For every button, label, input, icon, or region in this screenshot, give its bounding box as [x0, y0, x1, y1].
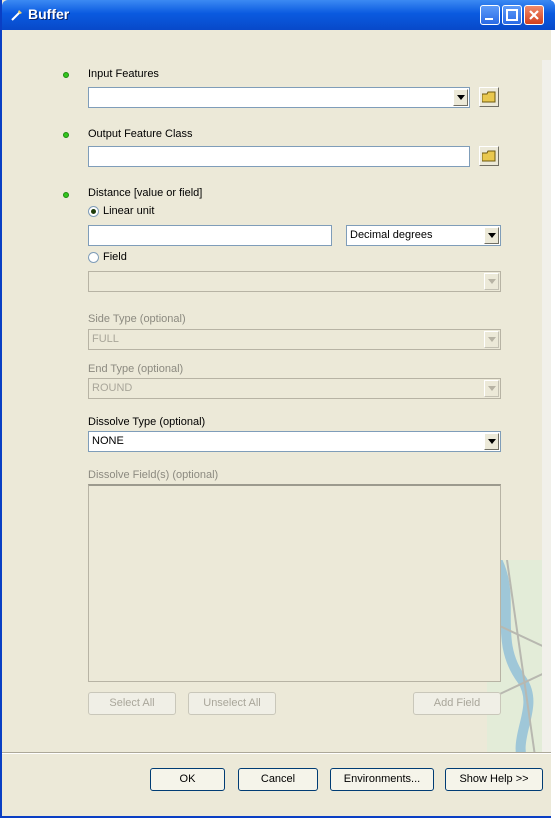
field-label: Field — [103, 251, 127, 263]
chevron-down-icon[interactable] — [484, 227, 499, 244]
required-indicator-dot — [63, 132, 69, 138]
input-features-combo[interactable] — [88, 87, 470, 108]
dissolve-type-label: Dissolve Type (optional) — [88, 416, 206, 428]
side-type-label: Side Type (optional) — [88, 313, 186, 325]
browse-output-button[interactable] — [479, 146, 499, 166]
dissolve-fields-list[interactable] — [88, 484, 501, 682]
dissolve-fields-label: Dissolve Field(s) (optional) — [88, 469, 219, 481]
distance-units-select[interactable]: Decimal degrees — [346, 225, 501, 246]
linear-unit-radio[interactable] — [88, 206, 99, 217]
environments-button[interactable]: Environments... — [330, 768, 434, 791]
show-help-button[interactable]: Show Help >> — [445, 768, 543, 791]
side-type-select[interactable]: FULL — [88, 329, 501, 350]
close-button[interactable] — [524, 5, 544, 25]
end-type-select[interactable]: ROUND — [88, 378, 501, 399]
select-all-button[interactable]: Select All — [88, 692, 176, 715]
open-folder-icon — [482, 150, 496, 162]
distance-field-select[interactable] — [88, 271, 501, 292]
field-radio[interactable] — [88, 252, 99, 263]
open-folder-icon — [482, 91, 496, 103]
linear-unit-input[interactable] — [88, 225, 332, 246]
parameters-panel: Input Features Output Feature Class Dist… — [2, 30, 551, 780]
maximize-button[interactable] — [502, 5, 522, 25]
close-icon — [529, 10, 539, 20]
title-bar[interactable]: Buffer — [2, 0, 555, 30]
output-feature-class-label: Output Feature Class — [88, 128, 193, 140]
minimize-button[interactable] — [480, 5, 500, 25]
add-field-button[interactable]: Add Field — [413, 692, 501, 715]
chevron-down-icon[interactable] — [484, 273, 499, 290]
chevron-down-icon[interactable] — [484, 433, 499, 450]
required-indicator-dot — [63, 192, 69, 198]
browse-input-button[interactable] — [479, 87, 499, 107]
maximize-icon — [506, 9, 518, 21]
unselect-all-button[interactable]: Unselect All — [188, 692, 276, 715]
required-indicator-dot — [63, 72, 69, 78]
cancel-button[interactable]: Cancel — [238, 768, 318, 791]
chevron-down-icon[interactable] — [484, 380, 499, 397]
linear-unit-label: Linear unit — [103, 205, 155, 217]
buffer-dialog: Buffer Input Features Output Feature Cla — [0, 0, 555, 818]
end-type-label: End Type (optional) — [88, 363, 184, 375]
distance-label: Distance [value or field] — [88, 187, 203, 199]
chevron-down-icon[interactable] — [453, 89, 468, 106]
vertical-scrollbar[interactable] — [542, 60, 551, 780]
dialog-footer: OK Cancel Environments... Show Help >> — [2, 754, 551, 816]
chevron-down-icon[interactable] — [484, 331, 499, 348]
dissolve-type-select[interactable]: NONE — [88, 431, 501, 452]
window-title: Buffer — [28, 6, 70, 22]
ok-button[interactable]: OK — [150, 768, 225, 791]
minimize-icon — [485, 18, 493, 20]
tool-icon — [11, 10, 22, 21]
output-feature-class-input[interactable] — [88, 146, 470, 167]
input-features-label: Input Features — [88, 68, 159, 80]
